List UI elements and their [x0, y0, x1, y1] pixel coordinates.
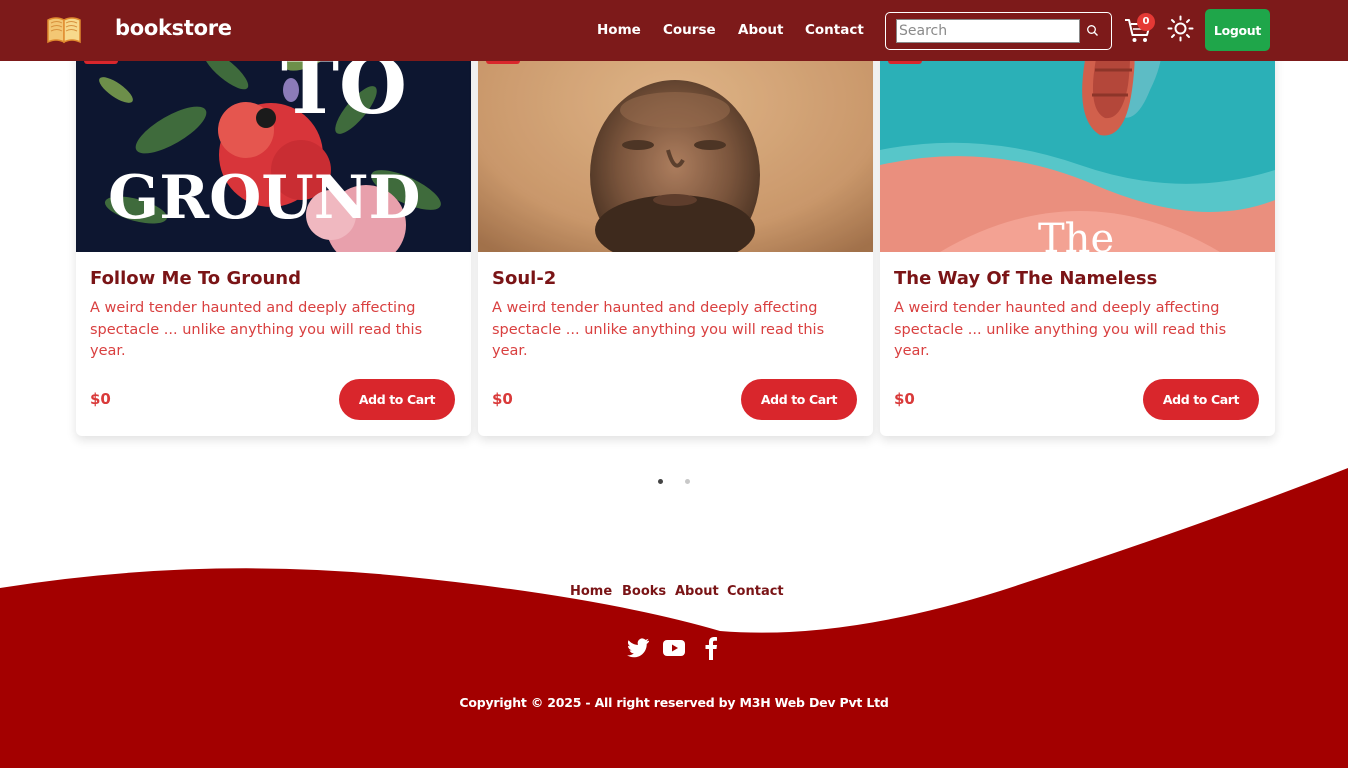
book-card: Soul-2 A weird tender haunted and deeply…: [478, 0, 873, 436]
facebook-icon[interactable]: [699, 636, 723, 660]
book-description: A weird tender haunted and deeply affect…: [492, 300, 825, 359]
search-box: [885, 12, 1112, 50]
footer-about-link[interactable]: About: [675, 584, 719, 599]
add-to-cart-button[interactable]: Add to Cart: [339, 379, 455, 420]
book-title: The Way Of The Nameless: [894, 268, 1158, 289]
footer-wave-background: [0, 468, 1348, 768]
book-price: $0: [492, 390, 513, 408]
nav-about-link[interactable]: About: [738, 22, 783, 38]
cover-title-line3: GROUND: [108, 163, 421, 233]
add-to-cart-button[interactable]: Add to Cart: [1143, 379, 1259, 420]
footer-books-link[interactable]: Books: [622, 584, 666, 599]
book-card: ME TO GROUND Follow Me To Ground A weird…: [76, 0, 471, 436]
book-description: A weird tender haunted and deeply affect…: [90, 300, 423, 359]
book-title: Soul-2: [492, 268, 557, 289]
twitter-icon[interactable]: [626, 636, 650, 660]
nav-contact-link[interactable]: Contact: [805, 22, 864, 38]
search-icon[interactable]: [1086, 24, 1099, 37]
search-input[interactable]: [896, 19, 1080, 43]
footer-home-link[interactable]: Home: [570, 584, 612, 599]
add-to-cart-button[interactable]: Add to Cart: [741, 379, 857, 420]
book-price: $0: [90, 390, 111, 408]
cover-title: The: [1038, 216, 1114, 252]
cart-count-badge: 0: [1137, 13, 1155, 31]
book-card: The The Way Of The Nameless A weird tend…: [880, 0, 1275, 436]
nav-course-link[interactable]: Course: [663, 22, 716, 38]
brand-name[interactable]: bookstore: [115, 16, 232, 40]
navbar: bookstore Home Course About Contact 0 Lo…: [0, 0, 1348, 61]
youtube-icon[interactable]: [662, 636, 686, 660]
book-title: Follow Me To Ground: [90, 268, 301, 289]
logout-button[interactable]: Logout: [1205, 9, 1270, 51]
sun-icon[interactable]: [1167, 15, 1194, 42]
book-description: A weird tender haunted and deeply affect…: [894, 300, 1227, 359]
book-logo-icon[interactable]: [46, 14, 82, 44]
book-price: $0: [894, 390, 915, 408]
copyright-text: Copyright © 2025 - All right reserved by…: [459, 695, 889, 710]
nav-home-link[interactable]: Home: [597, 22, 641, 38]
footer-contact-link[interactable]: Contact: [727, 584, 784, 599]
